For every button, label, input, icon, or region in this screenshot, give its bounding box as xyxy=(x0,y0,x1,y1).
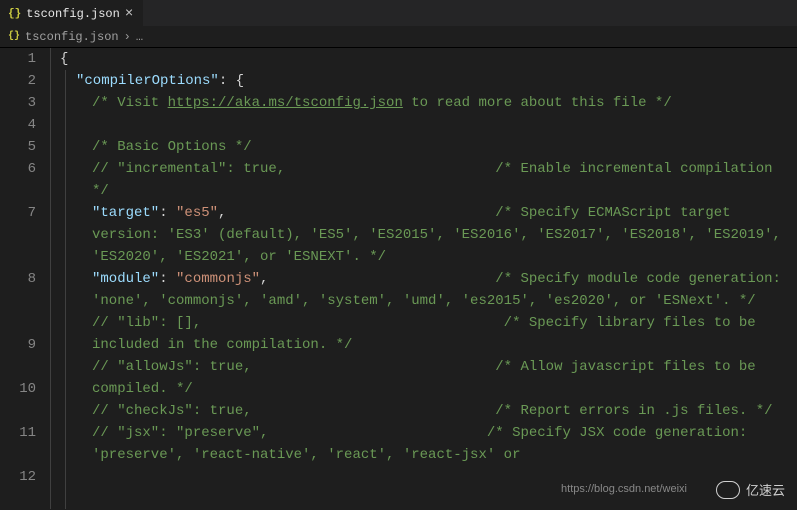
breadcrumb-sep: › xyxy=(124,30,131,44)
line-number: 7 xyxy=(0,202,36,268)
close-icon[interactable]: × xyxy=(125,7,133,21)
code-content[interactable]: { "compilerOptions": { /* Visit https://… xyxy=(50,48,797,509)
line-number: 9 xyxy=(0,334,36,378)
code-line: // "lib": [], /* Specify library files t… xyxy=(60,312,797,356)
code-line: // "jsx": "preserve", /* Specify JSX cod… xyxy=(60,422,797,466)
code-editor[interactable]: 1 2 3 4 5 6 7 8 9 10 11 12 { "compilerOp… xyxy=(0,48,797,509)
tab-bar: {} tsconfig.json × xyxy=(0,0,797,26)
line-number: 1 xyxy=(0,48,36,70)
cloud-icon xyxy=(716,481,740,499)
line-number: 12 xyxy=(0,466,36,510)
breadcrumb-filename: tsconfig.json xyxy=(25,30,119,44)
brand-text: 亿速云 xyxy=(746,480,785,499)
code-line: { xyxy=(60,48,797,70)
line-gutter: 1 2 3 4 5 6 7 8 9 10 11 12 xyxy=(0,48,50,509)
line-number: 6 xyxy=(0,158,36,202)
breadcrumb-more: … xyxy=(136,30,143,44)
line-number: 8 xyxy=(0,268,36,334)
code-line: "module": "commonjs", /* Specify module … xyxy=(60,268,797,312)
code-line: "compilerOptions": { xyxy=(60,70,797,92)
breadcrumb[interactable]: {} tsconfig.json › … xyxy=(0,26,797,48)
code-line: "target": "es5", /* Specify ECMAScript t… xyxy=(60,202,797,268)
line-number: 5 xyxy=(0,136,36,158)
line-number: 3 xyxy=(0,92,36,114)
csdn-watermark: https://blog.csdn.net/weixi xyxy=(561,483,687,495)
tab-filename: tsconfig.json xyxy=(26,7,120,21)
json-file-icon: {} xyxy=(8,31,20,42)
line-number: 11 xyxy=(0,422,36,466)
line-number: 4 xyxy=(0,114,36,136)
code-line xyxy=(60,114,797,136)
code-line: /* Basic Options */ xyxy=(60,136,797,158)
code-line: // "incremental": true, /* Enable increm… xyxy=(60,158,797,202)
brand-watermark: 亿速云 xyxy=(716,480,785,499)
tsconfig-link[interactable]: https://aka.ms/tsconfig.json xyxy=(168,95,403,111)
code-line: /* Visit https://aka.ms/tsconfig.json to… xyxy=(60,92,797,114)
code-line: // "checkJs": true, /* Report errors in … xyxy=(60,400,797,422)
line-number: 2 xyxy=(0,70,36,92)
json-file-icon: {} xyxy=(8,8,21,20)
code-line: // "allowJs": true, /* Allow javascript … xyxy=(60,356,797,400)
line-number: 10 xyxy=(0,378,36,422)
tab-tsconfig[interactable]: {} tsconfig.json × xyxy=(0,0,143,26)
